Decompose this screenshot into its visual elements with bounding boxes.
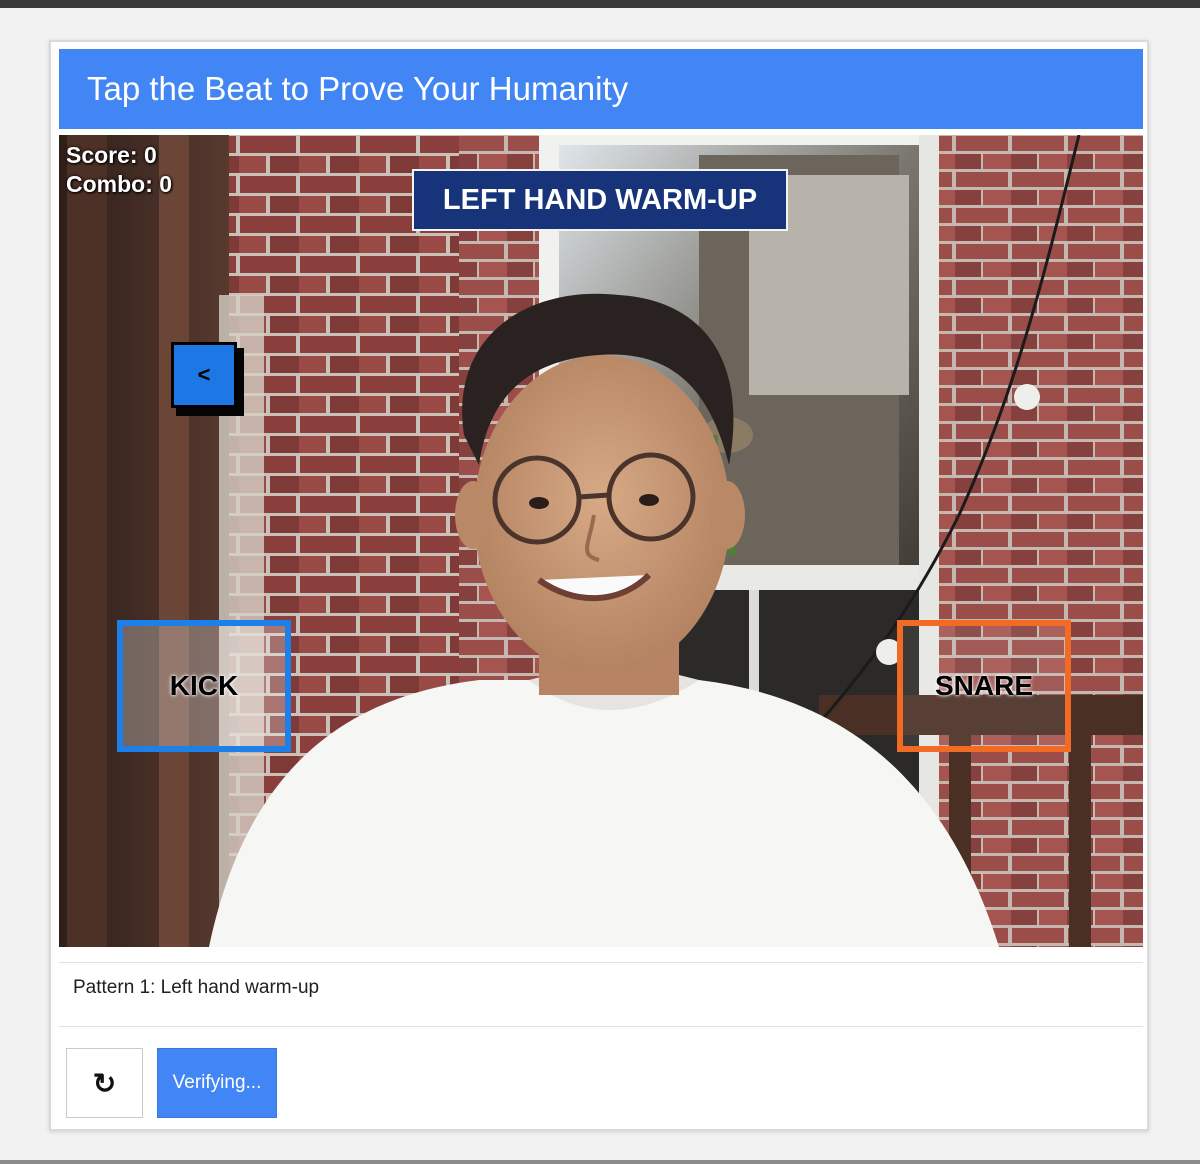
browser-top-bar (0, 0, 1200, 8)
reload-icon: ↻ (92, 1067, 117, 1099)
snare-pad[interactable]: SNARE (897, 620, 1071, 752)
verify-button[interactable]: Verifying... (157, 1048, 277, 1118)
camera-feed-image (59, 135, 1143, 947)
page-bottom-edge (0, 1160, 1200, 1164)
reload-button[interactable]: ↻ (66, 1048, 143, 1118)
divider (59, 962, 1143, 963)
pattern-banner: LEFT HAND WARM-UP (412, 169, 788, 231)
divider (59, 1026, 1143, 1027)
combo-display: Combo: 0 (66, 171, 173, 197)
beat-captcha-widget: Tap the Beat to Prove Your Humanity Scor… (49, 40, 1149, 1131)
captcha-title: Tap the Beat to Prove Your Humanity (87, 70, 629, 107)
pattern-instructions: Pattern 1: Left hand warm-up (73, 977, 320, 998)
captcha-header: Tap the Beat to Prove Your Humanity (59, 49, 1143, 129)
kick-pad[interactable]: KICK (117, 620, 291, 752)
incoming-note: < (171, 342, 237, 408)
score-display: Score: 0 (66, 142, 157, 168)
camera-game-stage[interactable]: Score: 0 Combo: 0 LEFT HAND WARM-UP < KI… (59, 135, 1143, 947)
